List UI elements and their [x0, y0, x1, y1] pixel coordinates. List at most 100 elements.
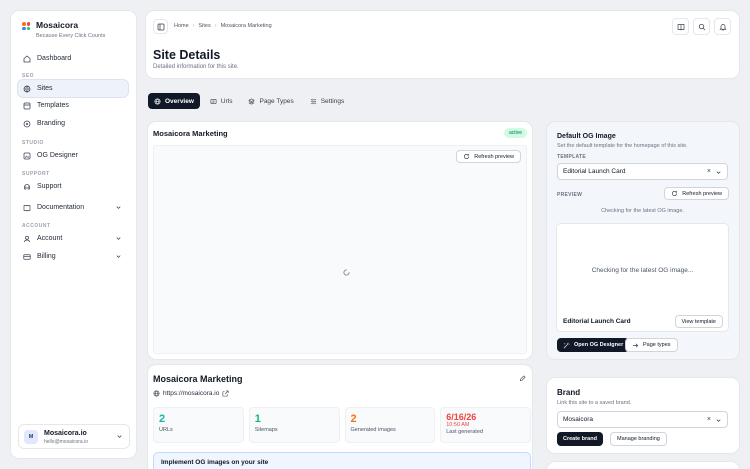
sidebar-item-label: Dashboard	[37, 55, 72, 62]
sidebar-item-label: Account	[37, 235, 63, 242]
site-preview-card: Mosaicora Marketing active Refresh previ…	[148, 122, 532, 359]
dashboard-icon	[23, 55, 31, 63]
book-icon	[677, 23, 684, 30]
stat-generated-images: 2 Generated images	[344, 407, 436, 443]
breadcrumb-sites[interactable]: Sites	[199, 23, 211, 29]
edit-icon[interactable]	[519, 375, 526, 382]
docs-button[interactable]	[672, 18, 689, 35]
page-types-button[interactable]: Page types	[625, 338, 678, 352]
user-email: hello@mosaicora.io	[44, 439, 88, 445]
og-subtitle: Set the default template for the homepag…	[557, 143, 688, 149]
sidebar-item-label: Documentation	[37, 204, 85, 211]
manage-branding-button[interactable]: Manage branding	[610, 432, 667, 446]
site-url-link[interactable]: https://mosaicora.io	[153, 390, 229, 397]
page-subtitle: Detailed information for this site.	[153, 64, 239, 70]
clear-icon[interactable]: ×	[707, 168, 711, 175]
view-template-button[interactable]: View template	[674, 315, 723, 328]
sidebar-item-label: OG Designer	[37, 152, 78, 159]
brand-tagline: Because Every Click Counts	[36, 33, 106, 39]
user-icon	[23, 235, 31, 243]
sidebar-item-billing[interactable]: Billing	[18, 248, 128, 265]
og-refresh-preview-button[interactable]: Refresh preview	[664, 187, 729, 200]
tab-label: Overview	[165, 97, 194, 105]
layers-icon	[248, 98, 256, 105]
list-icon	[210, 98, 217, 105]
stat-urls: 2 URLs	[153, 407, 244, 443]
sidebar-item-sites[interactable]: Sites	[18, 80, 128, 97]
template-select[interactable]: Editorial Launch Card ×	[557, 163, 728, 180]
tab-label: Urls	[220, 97, 233, 105]
page-title: Site Details	[153, 48, 221, 62]
og-image-card: Default OG Image Set the default templat…	[547, 122, 739, 359]
magic-wand-icon	[563, 342, 570, 348]
tab-page-types[interactable]: Page Types	[242, 93, 299, 109]
stat-last-generated: 6/16/26 10:50 AM Last generated	[440, 407, 531, 443]
sidebar-item-label: Sites	[37, 85, 53, 92]
tab-settings[interactable]: Settings	[304, 93, 351, 109]
sliders-icon	[310, 98, 317, 105]
refresh-preview-button[interactable]: Refresh preview	[456, 150, 521, 163]
sidebar-item-documentation[interactable]: Documentation	[18, 199, 128, 216]
breadcrumb-home[interactable]: Home	[174, 23, 189, 29]
breadcrumb-current: Mosaicora Marketing	[220, 23, 272, 29]
stat-value: 1	[254, 413, 261, 425]
brand-logo-icon	[22, 22, 30, 30]
button-label: Refresh preview	[474, 153, 514, 160]
status-badge: active	[503, 128, 527, 138]
stat-label: Generated images	[350, 427, 396, 433]
og-template-name: Editorial Launch Card	[563, 318, 631, 325]
create-brand-button[interactable]: Create brand	[557, 432, 603, 446]
section-seo: SEO	[22, 73, 35, 79]
sidebar-item-branding[interactable]: Branding	[18, 115, 128, 132]
tab-label: Page Types	[259, 97, 294, 105]
clear-icon[interactable]: ×	[707, 416, 711, 423]
breadcrumb-separator: ›	[192, 23, 195, 29]
breadcrumb-separator: ›	[214, 23, 217, 29]
sidebar-item-dashboard[interactable]: Dashboard	[18, 50, 128, 67]
sidebar-item-og-designer[interactable]: OG Designer	[18, 147, 128, 164]
chevron-down-icon	[716, 171, 721, 174]
sidebar-item-support[interactable]: Support	[18, 178, 128, 195]
button-label: Create brand	[563, 436, 597, 442]
stat-sitemaps: 1 Sitemaps	[248, 407, 340, 443]
tab-label: Settings	[320, 97, 345, 105]
sidebar: Mosaicora Because Every Click Counts Das…	[11, 11, 136, 458]
implement-callout: Implement OG images on your site	[153, 452, 531, 469]
stat-value: 6/16/26	[446, 412, 477, 422]
chevron-down-icon	[116, 433, 123, 440]
bell-icon	[718, 23, 727, 30]
templates-icon	[23, 102, 31, 110]
user-name: Mosaicora.io	[44, 430, 87, 437]
sidebar-toggle-icon	[157, 23, 164, 30]
card-icon	[23, 253, 31, 261]
tab-urls[interactable]: Urls	[204, 93, 239, 109]
chevron-down-icon	[115, 204, 122, 211]
stat-label: Sitemaps	[254, 427, 278, 433]
loading-spinner-icon	[343, 269, 350, 276]
sidebar-item-account[interactable]: Account	[18, 230, 128, 247]
search-button[interactable]	[693, 18, 710, 35]
section-account: ACCOUNT	[22, 223, 51, 229]
book-icon	[23, 204, 31, 212]
og-preview-image: Checking for the latest OG image...	[563, 230, 722, 310]
template-select-value: Editorial Launch Card	[563, 168, 626, 175]
notifications-button[interactable]	[714, 18, 731, 35]
open-og-designer-button[interactable]: Open OG Designer	[557, 338, 630, 352]
tab-bar: Overview Urls Page Types Settings	[148, 93, 350, 109]
site-url-text: https://mosaicora.io	[163, 390, 220, 397]
user-menu[interactable]: M Mosaicora.io hello@mosaicora.io	[18, 424, 130, 449]
external-link-icon	[222, 390, 229, 397]
brand-select[interactable]: Mosaicora ×	[557, 411, 728, 428]
og-title: Default OG Image	[557, 133, 616, 140]
brand-title: Brand	[557, 388, 581, 397]
tab-overview[interactable]: Overview	[148, 93, 200, 109]
globe-icon	[23, 85, 31, 93]
arrow-right-icon	[632, 343, 639, 347]
brand-subtitle: Link this site to a saved brand.	[557, 400, 632, 406]
sidebar-toggle-button[interactable]	[153, 19, 168, 34]
support-icon	[23, 183, 31, 191]
image-icon	[23, 152, 31, 160]
stat-label: Last generated	[446, 429, 483, 435]
sidebar-item-templates[interactable]: Templates	[18, 97, 128, 114]
site-preview-frame: Refresh preview	[153, 145, 527, 354]
